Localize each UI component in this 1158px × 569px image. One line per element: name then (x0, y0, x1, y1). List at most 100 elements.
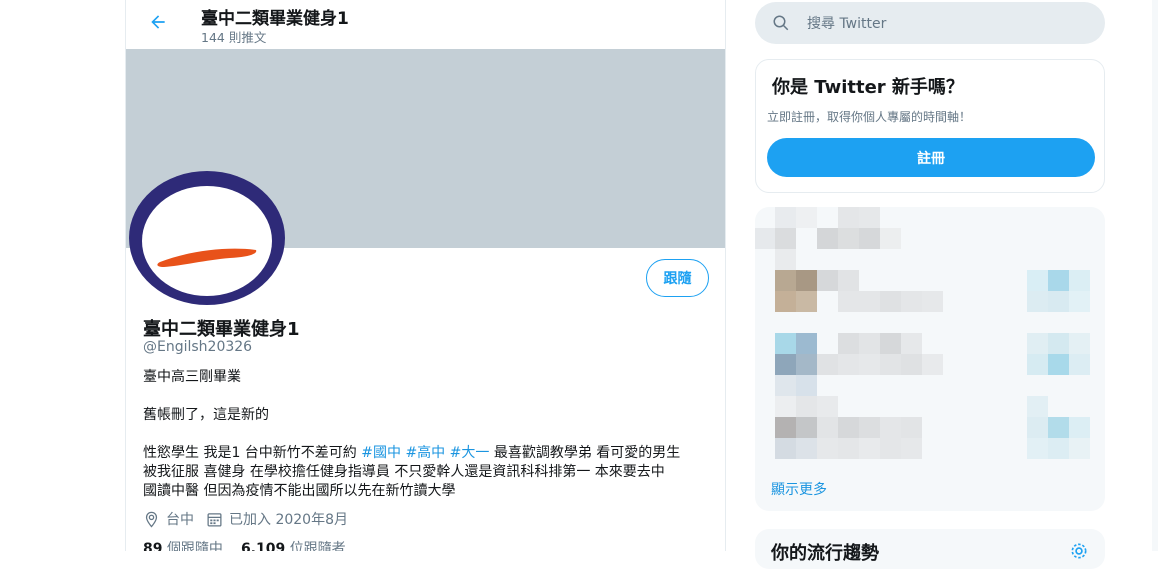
blur-block (775, 291, 796, 312)
blur-block (796, 396, 817, 417)
show-more-link[interactable]: 顯示更多 (771, 479, 827, 499)
blur-block (796, 291, 817, 312)
blur-block (1027, 396, 1048, 417)
blur-block (1027, 438, 1048, 459)
blur-block (775, 333, 796, 354)
blur-block (901, 354, 922, 375)
blur-block (775, 270, 796, 291)
blur-block (796, 270, 817, 291)
blur-block (859, 291, 880, 312)
blur-block (859, 354, 880, 375)
hashtag-link[interactable]: #國中 (361, 445, 401, 461)
follow-counts: 89 個跟隨中 6,109 位跟隨者 (143, 538, 346, 551)
blur-block (859, 417, 880, 438)
trends-card: 你的流行趨勢 (755, 529, 1105, 569)
avatar[interactable] (126, 163, 296, 313)
header-title: 臺中二類畢業健身1 (201, 9, 349, 29)
blur-block (775, 375, 796, 396)
signup-title: 你是 Twitter 新手嗎？ (772, 77, 964, 98)
hashtag-link[interactable]: #高中 (405, 445, 445, 461)
blur-block (775, 354, 796, 375)
back-arrow-icon (151, 15, 165, 29)
blur-block (838, 207, 859, 228)
blur-block (880, 354, 901, 375)
blur-block (775, 207, 796, 228)
followers-link[interactable]: 6,109 位跟隨者 (241, 541, 346, 551)
blur-block (796, 438, 817, 459)
hashtag-link[interactable]: #大一 (450, 445, 490, 461)
blur-block (922, 291, 943, 312)
blur-block (817, 354, 838, 375)
blur-block (922, 354, 943, 375)
blur-block (859, 228, 880, 249)
blur-block (817, 417, 838, 438)
calendar-icon (207, 512, 222, 527)
blur-block (1069, 354, 1090, 375)
profile-header-bar: 臺中二類畢業健身1 144 則推文 (126, 0, 725, 49)
location-item: 台中 (143, 509, 194, 529)
blur-block (1069, 438, 1090, 459)
blur-block (1027, 354, 1048, 375)
blur-block (901, 417, 922, 438)
user-handle: @Engilsh20326 (143, 339, 253, 355)
blur-block (859, 333, 880, 354)
blur-block (1069, 291, 1090, 312)
blur-block (1069, 333, 1090, 354)
blur-block (796, 333, 817, 354)
blur-block (838, 417, 859, 438)
blur-block (1048, 270, 1069, 291)
blur-block (775, 228, 796, 249)
blur-block (796, 354, 817, 375)
blur-block (1069, 270, 1090, 291)
blur-block (775, 438, 796, 459)
blur-block (838, 228, 859, 249)
blur-block (880, 438, 901, 459)
page-edge (1152, 0, 1158, 551)
search-box[interactable] (755, 2, 1105, 46)
sidebar: 你是 Twitter 新手嗎？ 立即註冊，取得你個人專屬的時間軸！ 註冊 (755, 0, 1105, 569)
location-pin-icon (145, 511, 158, 528)
blurred-trends-card: 顯示更多 (755, 207, 1105, 511)
bio-text: 性慾學生 我是1 台中新竹不差可約 (143, 445, 362, 461)
signup-subtitle: 立即註冊，取得你個人專屬的時間軸！ (767, 110, 972, 124)
blur-block (1048, 291, 1069, 312)
blur-block (838, 291, 859, 312)
bio-line: 性慾學生 我是1 台中新竹不差可約 #國中 #高中 #大一 最喜歡調教學弟 看可… (143, 442, 680, 462)
blur-block (817, 396, 838, 417)
tweet-count: 144 則推文 (201, 30, 267, 45)
blur-block (838, 438, 859, 459)
blur-block (880, 333, 901, 354)
blur-block (1027, 270, 1048, 291)
blur-block (859, 438, 880, 459)
signup-card: 你是 Twitter 新手嗎？ 立即註冊，取得你個人專屬的時間軸！ 註冊 (755, 59, 1105, 193)
bio-line: 被我征服 喜健身 在學校擔任健身指導員 不只愛幹人還是資訊科科排第一 本來要去中 (143, 464, 665, 480)
blur-block (1048, 354, 1069, 375)
blur-block (775, 396, 796, 417)
blur-block (1027, 333, 1048, 354)
settings-gear-icon[interactable] (1069, 541, 1089, 561)
blur-block (1027, 417, 1048, 438)
display-name: 臺中二類畢業健身1 (143, 319, 300, 340)
profile-meta: 台中 已加入 2020年8月 (143, 509, 360, 529)
search-input[interactable] (805, 2, 1089, 46)
blur-block (775, 417, 796, 438)
back-button[interactable] (144, 8, 172, 36)
follow-button[interactable]: 跟隨 (646, 259, 709, 297)
blur-block (817, 228, 838, 249)
signup-button[interactable]: 註冊 (767, 138, 1095, 177)
blur-block (901, 438, 922, 459)
search-icon (773, 15, 789, 31)
bio-text: 最喜歡調教學弟 看可愛的男生 (489, 445, 681, 461)
joined-text: 已加入 2020年8月 (229, 512, 348, 528)
blur-block (755, 228, 776, 249)
blur-block (901, 333, 922, 354)
blur-block (901, 291, 922, 312)
trends-title: 你的流行趨勢 (771, 543, 879, 564)
blur-block (1048, 417, 1069, 438)
blur-block (817, 438, 838, 459)
profile-column: 臺中二類畢業健身1 144 則推文 跟隨 臺中二類畢業健身1 @Engilsh2… (125, 0, 726, 551)
blur-block (859, 207, 880, 228)
bio-line: 舊帳刪了，這是新的 (143, 407, 269, 423)
following-link[interactable]: 89 個跟隨中 (143, 541, 223, 551)
location-text: 台中 (166, 512, 194, 528)
